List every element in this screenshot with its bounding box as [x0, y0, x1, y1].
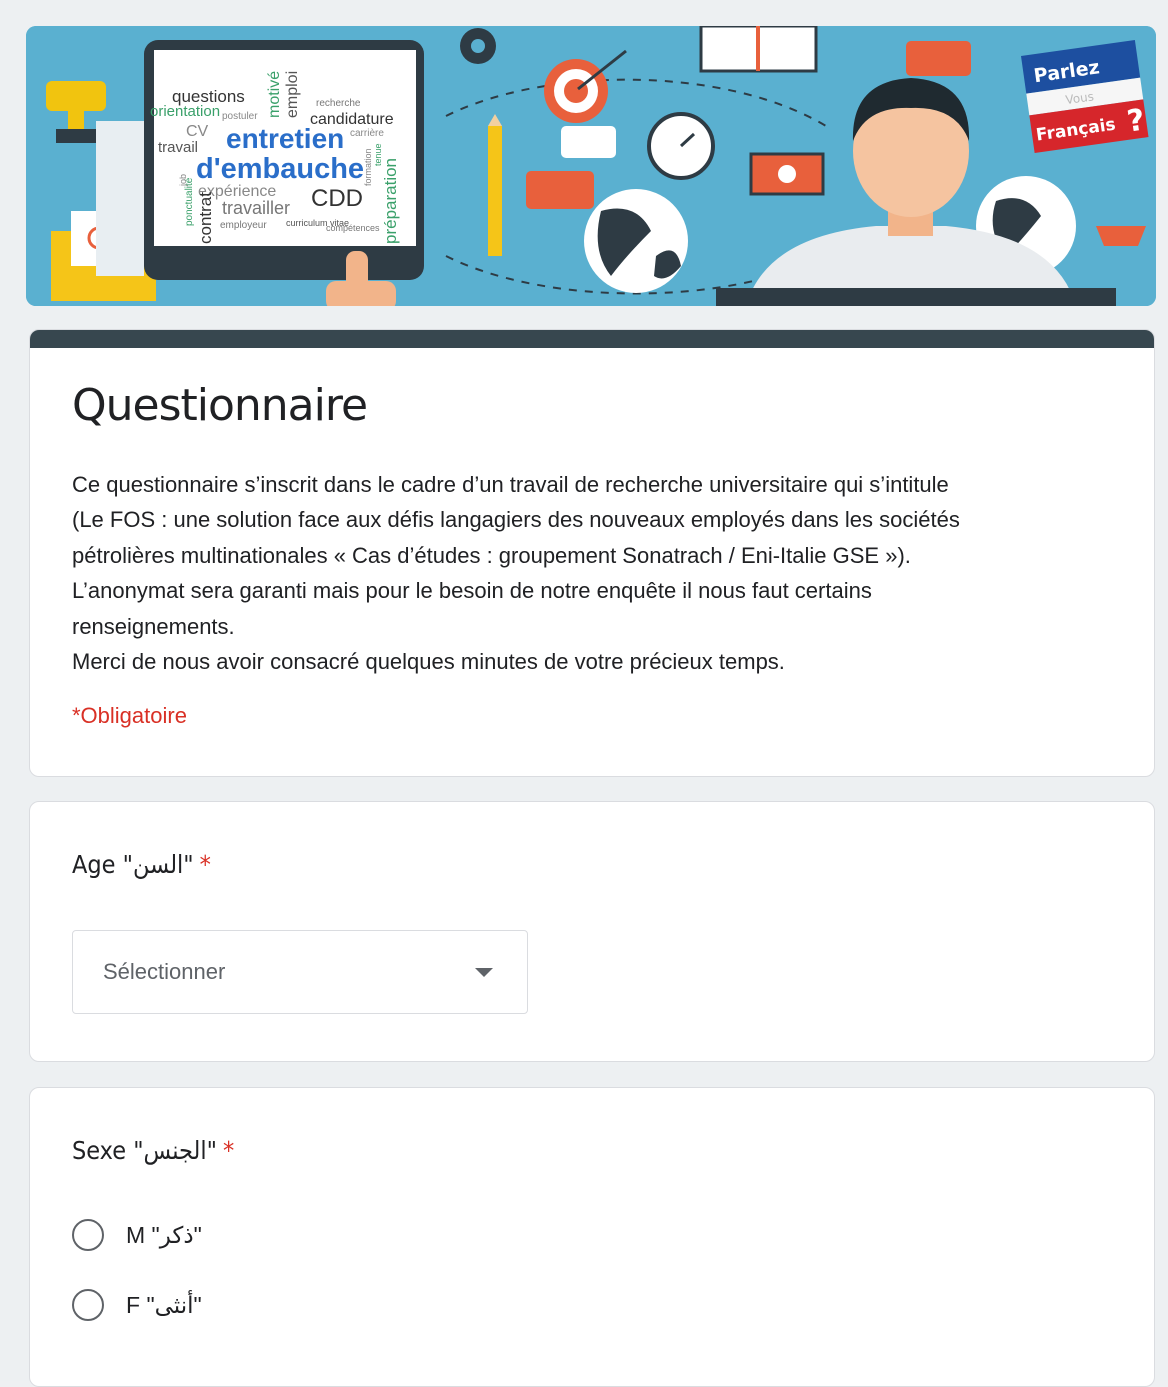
required-asterisk: *	[222, 1136, 235, 1165]
book-icon	[699, 26, 818, 73]
chevron-down-icon	[475, 968, 493, 977]
screen-word: préparation	[381, 158, 400, 244]
coffee-cup-icon	[1096, 226, 1146, 246]
question-title: Age "السن"	[72, 850, 194, 879]
question-label-sexe: Sexe "الجنس" *	[72, 1136, 234, 1165]
screen-word: candidature	[310, 111, 394, 128]
banner-illustration: questions entretien d'embauche candidatu…	[26, 26, 1156, 306]
description-line: Merci de nous avoir consacré quelques mi…	[72, 649, 785, 675]
parlez-vous-francais-sign: Parlez Vous Français ?	[1021, 39, 1149, 154]
age-dropdown[interactable]: Sélectionner	[72, 930, 528, 1014]
screen-word: contrat	[196, 192, 215, 244]
question-label-age: Age "السن" *	[72, 850, 211, 879]
radio-button[interactable]	[72, 1219, 104, 1251]
radio-button[interactable]	[72, 1289, 104, 1321]
screen-word: employeur	[220, 220, 267, 231]
screen-word: recherche	[316, 98, 361, 109]
screen-word: carrière	[350, 128, 384, 139]
globe-icon	[584, 189, 688, 293]
screen-word: formation	[363, 148, 373, 186]
question-card-sexe: Sexe "الجنس" * M "ذكر" F "أنثى"	[29, 1087, 1155, 1387]
screen-word: curriculum vitae	[286, 218, 349, 228]
clock-icon	[647, 112, 715, 180]
form-accent-bar	[30, 330, 1154, 348]
description-line: (Le FOS : une solution face aux défis la…	[72, 507, 960, 533]
screen-word: orientation	[150, 103, 220, 120]
speech-bubble-icon	[906, 41, 971, 76]
video-player-icon	[749, 152, 825, 196]
form-description: Ce questionnaire s’inscrit dans le cadre…	[72, 467, 1112, 679]
screen-word: tenue	[373, 143, 383, 166]
radio-option-m[interactable]: M "ذكر"	[72, 1217, 202, 1253]
screen-word: postuler	[222, 111, 258, 122]
screen-word: job	[178, 174, 188, 187]
screen-word: travailler	[222, 198, 290, 218]
form-header-card: Questionnaire Ce questionnaire s’inscrit…	[29, 329, 1155, 777]
radio-label: M "ذكر"	[126, 1221, 202, 1248]
description-line: pétrolières multinationales « Cas d’étud…	[72, 542, 911, 568]
header-banner-image: questions entretien d'embauche candidatu…	[26, 26, 1156, 306]
pencil-icon	[488, 114, 502, 256]
screen-word: CDD	[311, 185, 363, 212]
screen-word: CV	[186, 123, 209, 140]
radio-label: F "أنثى"	[126, 1291, 202, 1318]
screen-word: motivé	[266, 71, 283, 118]
description-line: L’anonymat sera garanti mais pour le bes…	[72, 578, 872, 604]
speech-bubble-icon	[561, 126, 616, 158]
required-note: *Obligatoire	[72, 703, 187, 728]
description-line: renseignements.	[72, 613, 235, 639]
dropdown-placeholder: Sélectionner	[103, 959, 226, 984]
description-line: Ce questionnaire s’inscrit dans le cadre…	[72, 472, 949, 497]
page: questions entretien d'embauche candidatu…	[0, 0, 1168, 1387]
question-card-age: Age "السن" * Sélectionner	[29, 801, 1155, 1062]
screen-word: travail	[158, 139, 198, 156]
speech-bubble-icon	[526, 171, 594, 209]
gear-icon	[460, 28, 496, 64]
radio-option-f[interactable]: F "أنثى"	[72, 1287, 202, 1323]
form-title: Questionnaire	[72, 380, 368, 431]
monitor-illustration: questions entretien d'embauche candidatu…	[96, 40, 424, 306]
screen-word: emploi	[284, 71, 301, 118]
question-title: Sexe "الجنس"	[72, 1136, 217, 1165]
screen-word: d'embauche	[196, 153, 364, 185]
required-asterisk: *	[199, 850, 211, 879]
